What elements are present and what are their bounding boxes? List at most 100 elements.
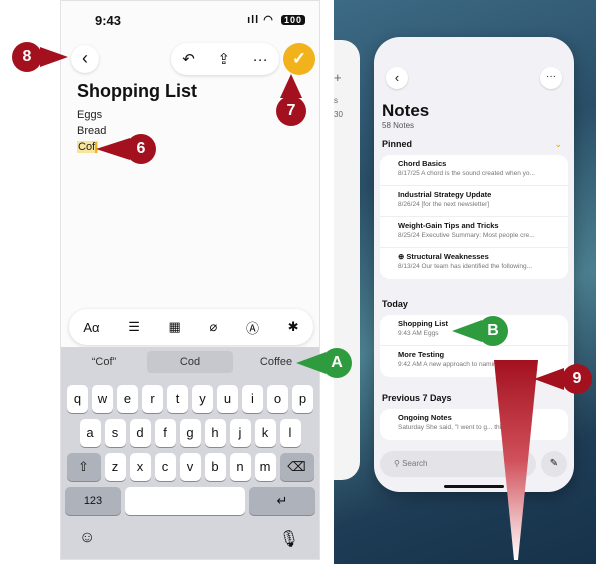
text-format-button[interactable]: Aα (83, 320, 99, 335)
today-header: Today (382, 299, 408, 309)
callout-9: 9 (562, 364, 592, 394)
callout-a-arrow (296, 352, 326, 374)
note-item-subtitle: 8/26/24 [for the next newsletter] (398, 201, 490, 208)
key-a[interactable]: a (79, 419, 101, 447)
status-icons: ıll ◠ 100 (247, 13, 305, 26)
numbers-key[interactable]: 123 (65, 487, 121, 515)
note-item-chord-basics[interactable]: Chord Basics 8/17/25 A chord is the soun… (380, 155, 568, 186)
key-v[interactable]: v (179, 453, 201, 481)
notes-back-button[interactable]: ‹ (386, 67, 408, 89)
key-j[interactable]: j (229, 419, 251, 447)
microphone-icon[interactable]: 🎙 (279, 529, 299, 549)
app-switcher-screen: + s 30 ‹ ··· Notes 58 Notes Pinned ⌄ Cho… (334, 0, 596, 564)
bg-card-s: s (334, 96, 338, 105)
shift-key[interactable]: ⇧ (66, 453, 101, 481)
key-w[interactable]: w (92, 385, 113, 413)
key-y[interactable]: y (192, 385, 213, 413)
chevron-down-icon[interactable]: ⌄ (554, 139, 562, 150)
key-row-2: a s d f g h j k l (61, 419, 319, 447)
notes-more-button[interactable]: ··· (540, 67, 562, 89)
back-button[interactable]: ‹ (71, 45, 99, 73)
key-q[interactable]: q (67, 385, 88, 413)
writing-tools-icon[interactable]: ✱ (288, 319, 299, 335)
key-k[interactable]: k (254, 419, 276, 447)
key-e[interactable]: e (117, 385, 138, 413)
previous-7-days-header: Previous 7 Days (382, 393, 452, 403)
key-f[interactable]: f (154, 419, 176, 447)
return-key[interactable]: ↵ (249, 487, 315, 515)
more-icon[interactable]: ··· (253, 51, 268, 68)
delete-key[interactable]: ⌫ (279, 453, 314, 481)
markup-icon[interactable]: Ⓐ (246, 318, 259, 337)
note-item-structural-weaknesses[interactable]: ⊕ Structural Weaknesses 8/13/24 Our team… (380, 248, 568, 279)
undo-icon[interactable]: ↶ (182, 50, 195, 68)
key-t[interactable]: t (167, 385, 188, 413)
note-item-title: Industrial Strategy Update (398, 190, 492, 199)
note-item-subtitle: 8/13/24 Our team has identified the foll… (398, 263, 533, 270)
note-title[interactable]: Shopping List (77, 81, 197, 102)
callout-6-arrow (96, 138, 130, 160)
key-g[interactable]: g (179, 419, 201, 447)
key-l[interactable]: l (279, 419, 301, 447)
note-item-subtitle: 8/25/24 Executive Summary: Most people c… (398, 232, 535, 239)
key-z[interactable]: z (104, 453, 126, 481)
note-item-title: Chord Basics (398, 159, 447, 168)
typed-text: Cof (78, 141, 96, 153)
key-b[interactable]: b (204, 453, 226, 481)
note-item-title: Weight-Gain Tips and Tricks (398, 221, 499, 230)
editor-toolbar: ↶ ⇪ ··· (171, 43, 279, 75)
status-bar: 9:43 ıll ◠ 100 (61, 1, 319, 37)
signal-icon: ıll (247, 14, 260, 26)
swipe-up-arrow (494, 360, 538, 560)
note-line[interactable]: Eggs (77, 109, 102, 121)
key-row-3: ⇧ z x c v b n m ⌫ (61, 453, 319, 481)
key-row-1: q w e r t y u i o p (61, 385, 319, 413)
prediction-middle[interactable]: Cod (147, 351, 233, 373)
note-item-weight-gain[interactable]: Weight-Gain Tips and Tricks 8/25/24 Exec… (380, 217, 568, 248)
bg-card-plus: + (334, 70, 342, 85)
key-x[interactable]: x (129, 453, 151, 481)
key-u[interactable]: u (217, 385, 238, 413)
done-button[interactable]: ✓ (283, 43, 315, 75)
checklist-icon[interactable]: ☰ (128, 319, 140, 335)
key-i[interactable]: i (242, 385, 263, 413)
key-d[interactable]: d (129, 419, 151, 447)
wifi-icon: ◠ (263, 14, 274, 26)
search-icon: ⚲ (394, 459, 403, 468)
key-c[interactable]: c (154, 453, 176, 481)
keyboard-bottom-bar: ☺ 🎙 (61, 525, 319, 555)
callout-b: B (478, 316, 508, 346)
key-h[interactable]: h (204, 419, 226, 447)
key-n[interactable]: n (229, 453, 251, 481)
pinned-header[interactable]: Pinned (382, 139, 412, 149)
callout-7: 7 (276, 96, 306, 126)
prediction-literal[interactable]: “Cof” (61, 347, 147, 377)
attachment-icon[interactable]: ⌀ (209, 319, 217, 335)
callout-b-arrow (452, 320, 482, 342)
key-s[interactable]: s (104, 419, 126, 447)
key-m[interactable]: m (254, 453, 276, 481)
key-o[interactable]: o (267, 385, 288, 413)
format-bar: Aα ☰ ▦ ⌀ Ⓐ ✱ (69, 309, 313, 345)
note-item-title: ⊕ Structural Weaknesses (398, 252, 489, 261)
notes-title: Notes (382, 101, 430, 120)
bg-card-30: 30 (334, 110, 343, 119)
table-icon[interactable]: ▦ (169, 319, 181, 335)
note-line[interactable]: Bread (77, 125, 106, 137)
search-placeholder: Search (402, 459, 428, 468)
space-key[interactable] (125, 487, 245, 515)
battery-icon: 100 (280, 15, 305, 25)
notes-count: 58 Notes (382, 121, 415, 130)
note-item-subtitle: 8/17/25 A chord is the sound created whe… (398, 170, 535, 177)
pinned-list: Chord Basics 8/17/25 A chord is the soun… (380, 155, 568, 279)
key-r[interactable]: r (142, 385, 163, 413)
status-time: 9:43 (95, 13, 122, 28)
note-line-editing[interactable]: Cof (77, 141, 99, 153)
share-icon[interactable]: ⇪ (217, 50, 230, 68)
note-item-industrial-strategy[interactable]: Industrial Strategy Update 8/26/24 [for … (380, 186, 568, 217)
keyboard: “Cof” Cod Coffee q w e r t y u i o p a s… (61, 347, 319, 559)
background-app-card[interactable]: + s 30 (334, 40, 360, 480)
predictive-bar: “Cof” Cod Coffee (61, 347, 319, 377)
key-p[interactable]: p (292, 385, 313, 413)
emoji-icon[interactable]: ☺ (79, 529, 95, 547)
